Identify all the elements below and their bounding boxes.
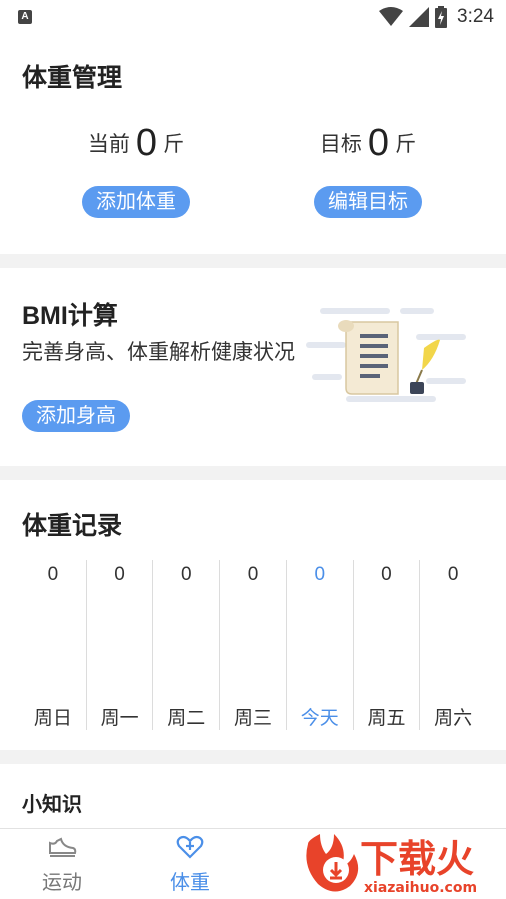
target-weight-value: 0 bbox=[367, 122, 390, 164]
svg-text:下载火: 下载火 bbox=[360, 837, 474, 881]
tips-card: 小知识 bbox=[0, 764, 506, 834]
bmi-description: 完善身高、体重解析健康状况 bbox=[22, 341, 295, 364]
day-column: 0 周二 bbox=[153, 560, 221, 730]
target-weight-label: 目标 bbox=[319, 133, 362, 156]
day-label: 周二 bbox=[167, 708, 206, 729]
day-label: 周一 bbox=[100, 708, 139, 729]
xiazaihuo-watermark-logo: 下载火 xiazaihuo.com bbox=[306, 834, 477, 896]
bmi-card: BMI计算 完善身高、体重解析健康状况 添加身高 bbox=[0, 268, 506, 466]
nav-item-exercise[interactable]: 运动 bbox=[2, 835, 122, 895]
day-weight-value: 0 bbox=[447, 564, 459, 585]
day-label: 周六 bbox=[434, 708, 473, 729]
document-quill-illustration bbox=[306, 308, 466, 402]
weight-management-title: 体重管理 bbox=[22, 64, 123, 92]
weight-management-card: 体重管理 当前 0 斤 目标 0 斤 添加体重 编辑目标 bbox=[0, 34, 506, 254]
day-weight-value: 0 bbox=[381, 564, 392, 585]
current-weight-value: 0 bbox=[135, 122, 158, 164]
weight-records-title: 体重记录 bbox=[22, 512, 123, 540]
svg-text:xiazaihuo.com: xiazaihuo.com bbox=[364, 880, 477, 896]
day-weight-value: 0 bbox=[181, 564, 192, 585]
wifi-icon bbox=[379, 7, 404, 26]
day-column: 0 周日 bbox=[20, 560, 87, 730]
current-weight-unit: 斤 bbox=[163, 133, 185, 156]
day-column: 0 周三 bbox=[220, 560, 287, 730]
status-bar: A 3:24 bbox=[0, 0, 506, 34]
status-time: 3:24 bbox=[457, 6, 494, 27]
battery-charging-icon bbox=[435, 6, 448, 28]
day-column: 0 周一 bbox=[87, 560, 154, 730]
add-height-button[interactable]: 添加身高 bbox=[22, 400, 130, 432]
nav-label-exercise: 运动 bbox=[42, 872, 82, 894]
signal-icon bbox=[409, 7, 430, 27]
notification-icon: A bbox=[18, 10, 32, 24]
day-column: 0 周六 bbox=[420, 560, 486, 730]
day-label: 今天 bbox=[300, 708, 339, 729]
weekday-record-columns: 0 周日 0 周一 0 周二 0 周三 0 今天 0 周五 0 周六 bbox=[20, 560, 486, 730]
day-column: 0 周五 bbox=[354, 560, 421, 730]
day-weight-value: 0 bbox=[114, 564, 125, 585]
current-weight-label: 当前 bbox=[87, 133, 130, 156]
day-label: 周三 bbox=[234, 708, 273, 729]
weight-records-card: 体重记录 0 周日 0 周一 0 周二 0 周三 0 今天 0 周五 0 周六 bbox=[0, 480, 506, 750]
day-weight-value: 0 bbox=[314, 564, 326, 585]
bmi-title: BMI计算 bbox=[22, 302, 118, 330]
day-column: 0 今天 bbox=[287, 560, 354, 730]
add-weight-button[interactable]: 添加体重 bbox=[82, 186, 190, 218]
target-weight-unit: 斤 bbox=[395, 133, 417, 156]
current-weight: 当前 0 斤 bbox=[36, 122, 236, 165]
nav-label-weight: 体重 bbox=[170, 872, 210, 894]
sneaker-icon bbox=[49, 837, 77, 857]
edit-target-button[interactable]: 编辑目标 bbox=[314, 186, 422, 218]
day-weight-value: 0 bbox=[247, 564, 259, 585]
heart-plus-icon bbox=[176, 835, 204, 859]
day-label: 周日 bbox=[33, 708, 72, 729]
day-weight-value: 0 bbox=[47, 564, 59, 585]
day-label: 周五 bbox=[367, 708, 406, 729]
target-weight: 目标 0 斤 bbox=[268, 122, 468, 165]
tips-title: 小知识 bbox=[22, 794, 82, 816]
nav-item-weight[interactable]: 体重 bbox=[130, 835, 250, 895]
